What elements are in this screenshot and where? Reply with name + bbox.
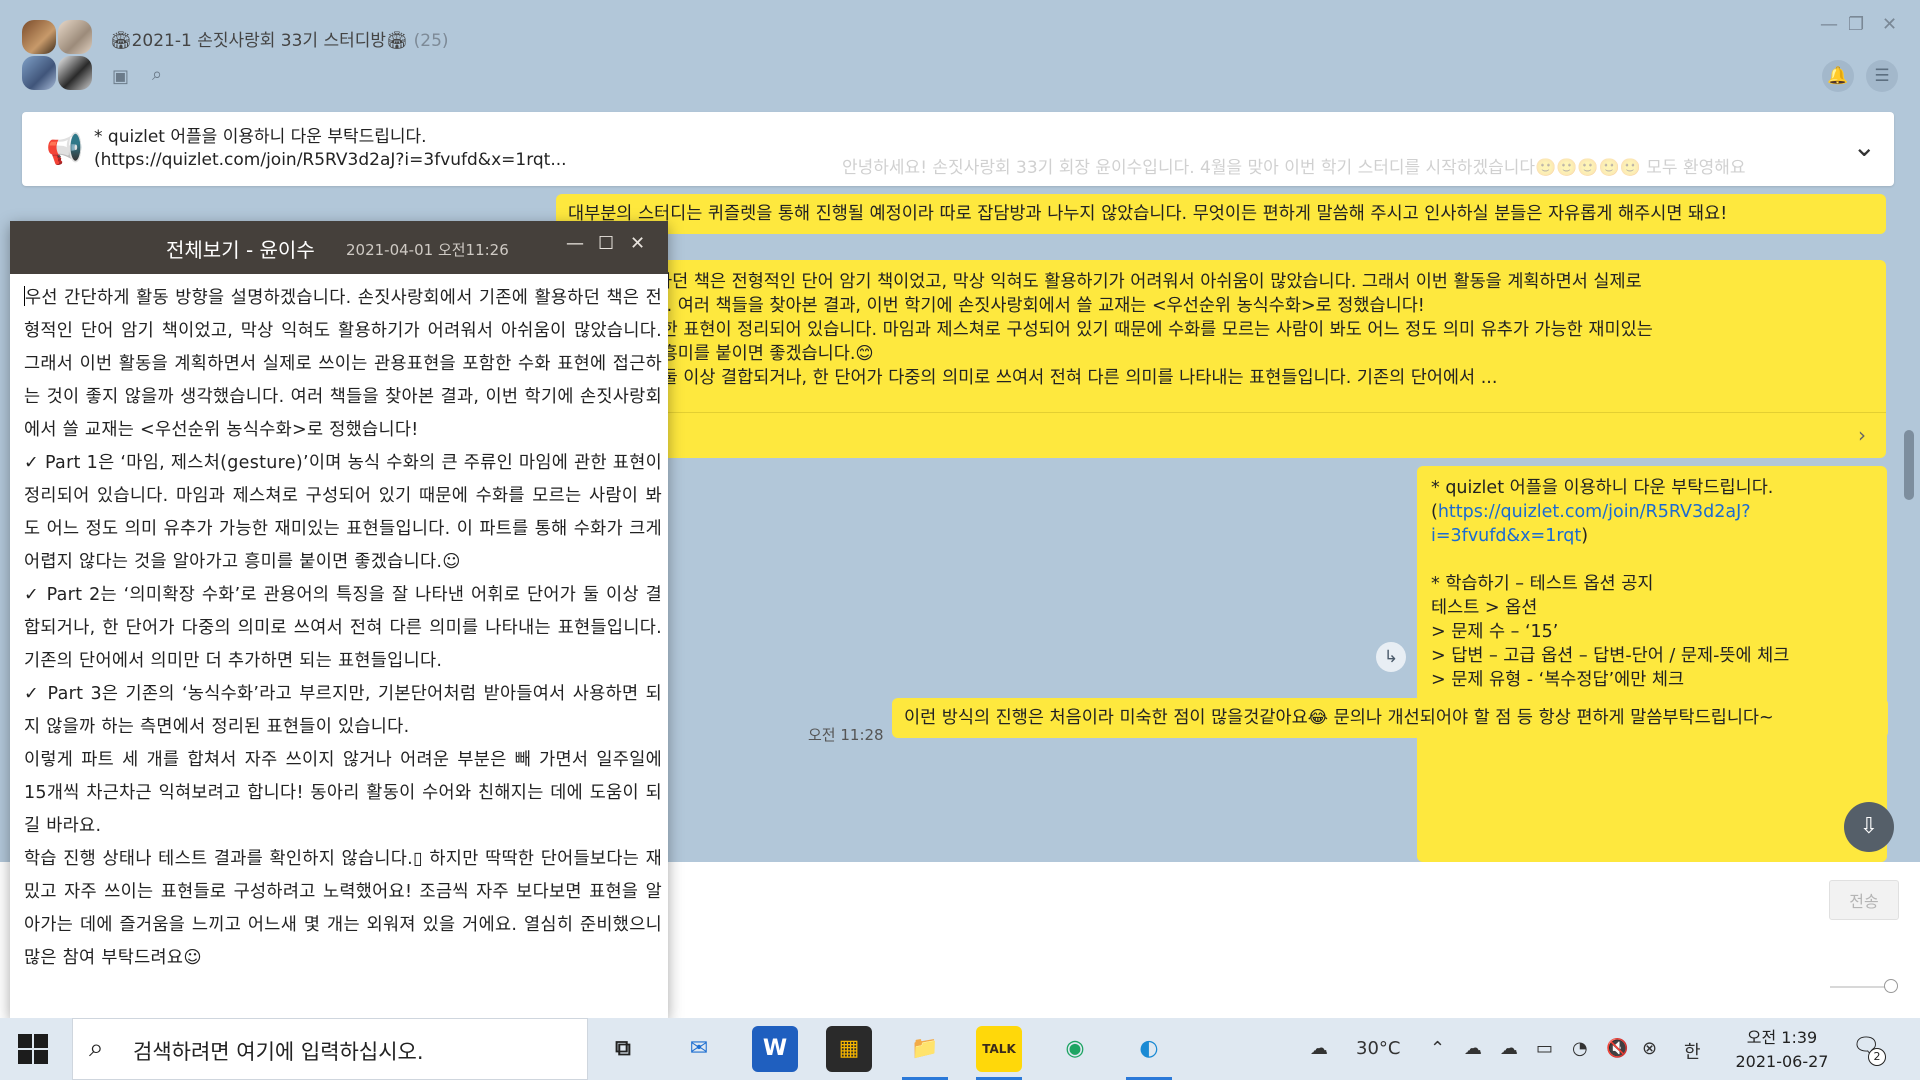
close-icon[interactable]: ✕ xyxy=(1882,14,1897,35)
notice-line: (https://quizlet.com/join/R5RV3d2aJ?i=3f… xyxy=(94,150,567,170)
member-count: (25) xyxy=(413,31,449,51)
send-button[interactable]: 전송 xyxy=(1829,880,1899,920)
avatar xyxy=(58,20,92,54)
avatar xyxy=(22,20,56,54)
message-text: 대부분의 스터디는 퀴즐렛을 통해 진행될 예정이라 따로 잡담방과 나누지 않… xyxy=(568,204,1728,224)
popup-paragraph: 우선 간단하게 활동 방향을 설명하겠습니다. 손짓사랑회에서 기존에 활용하던… xyxy=(24,282,662,447)
message-line: 테스트 > 옵션 xyxy=(1431,598,1538,618)
message-line: > 답변 – 고급 옵션 – 답변-단어 / 문제-뜻에 체크 xyxy=(1431,646,1790,666)
message-link-line: (https://quizlet.com/join/R5RV3d2aJ?i=3f… xyxy=(1431,500,1873,548)
chrome-icon[interactable]: ◉ xyxy=(1052,1026,1098,1072)
popup-paragraph: ✓ Part 2는 ‘의미확장 수화’로 관용어의 특징을 잘 나타낸 어휘로 … xyxy=(24,585,662,671)
wifi-icon[interactable]: ◔ xyxy=(1572,1038,1588,1059)
popup-title: 전체보기 - 윤이수 xyxy=(166,238,315,262)
faded-message-preview: 안녕하세요! 손짓사랑회 33기 회장 윤이수입니다. 4월을 맞아 이번 학기… xyxy=(842,158,1746,178)
message-bubble[interactable]: 이런 방식의 진행은 처음이라 미숙한 점이 많을것같아요😂 문의나 개선되어야… xyxy=(892,698,1888,738)
battery-icon[interactable]: ▭ xyxy=(1536,1038,1553,1059)
search-icon[interactable]: ⌕ xyxy=(152,64,162,85)
popup-paragraph-text: 우선 간단하게 활동 방향을 설명하겠습니다. 손짓사랑회에서 기존에 활용하던… xyxy=(24,288,662,440)
clock[interactable]: 오전 1:39 2021-06-27 xyxy=(1732,1026,1832,1074)
weather-temp[interactable]: 30°C xyxy=(1356,1038,1400,1059)
close-icon[interactable]: ✕ xyxy=(630,233,645,254)
chevron-down-icon[interactable]: ⌄ xyxy=(1853,130,1876,163)
room-title: 🏟2021-1 손짓사랑회 33기 스터디방🏟 (25) xyxy=(110,26,449,51)
message-line: 을 알아가고 흥미를 붙이면 좋겠습니다.😊 xyxy=(570,344,874,364)
paren-close: ) xyxy=(1581,526,1589,546)
cloud-icon[interactable]: ☁ xyxy=(1500,1038,1518,1059)
notice-line: * quizlet 어플을 이용하니 다운 부탁드립니다. xyxy=(94,127,427,147)
search-placeholder: 검색하려면 여기에 입력하십시오. xyxy=(133,1040,424,1064)
scrollbar-thumb[interactable] xyxy=(1904,430,1914,500)
message-line: 인 마임에 관한 표현이 정리되어 있습니다. 마임과 제스쳐로 구성되어 있기… xyxy=(570,320,1653,340)
message-line: * 학습하기 – 테스트 옵션 공지 xyxy=(1431,574,1654,594)
ime-indicator[interactable]: 한 xyxy=(1684,1038,1701,1064)
taskbar-search-box[interactable]: ⌕ 검색하려면 여기에 입력하십시오. xyxy=(72,1018,588,1080)
message-line: 휘로 단어가 둘 이상 결합되거나, 한 단어가 다중의 의미로 쓰여서 전혀 … xyxy=(570,368,1498,388)
menu-icon[interactable]: ☰ xyxy=(1866,60,1898,92)
paren-open: ( xyxy=(1431,502,1438,522)
taskbar: ⌕ 검색하려면 여기에 입력하십시오. ⧉ ✉ W ▦ 📁 TALK ◉ ◐ ☁… xyxy=(0,1018,1920,1080)
minimize-icon[interactable]: — xyxy=(566,233,584,254)
weather-icon[interactable]: ☁ xyxy=(1310,1038,1328,1059)
edge-icon[interactable]: ◐ xyxy=(1126,1026,1172,1080)
popup-paragraph: 이렇게 파트 세 개를 합쳐서 자주 쓰이지 않거나 어려운 부분은 빼 가면서… xyxy=(24,750,662,836)
message-line: 생각했습니다. 여러 책들을 찾아본 결과, 이번 학기에 손짓사랑회에서 쓸 … xyxy=(570,296,1425,316)
room-name: 🏟2021-1 손짓사랑회 33기 스터디방🏟 xyxy=(110,31,408,51)
cancel-circle-icon[interactable]: ⊗ xyxy=(1642,1038,1657,1059)
message-time: 오전 11:28 xyxy=(808,726,884,744)
chat-header: 🏟2021-1 손짓사랑회 33기 스터디방🏟 (25) ▣ ⌕ — ❐ ✕ 🔔 … xyxy=(0,0,1920,108)
clock-time: 오전 1:39 xyxy=(1746,1028,1818,1047)
popup-paragraph: 학습 진행 상태나 테스트 결과를 확인하지 않습니다.▯ 하지만 딱딱한 단어… xyxy=(24,849,662,968)
mail-icon[interactable]: ✉ xyxy=(676,1026,722,1072)
message-bubble[interactable]: * quizlet 어플을 이용하니 다운 부탁드립니다. (https://q… xyxy=(1417,466,1887,862)
message-bubble[interactable]: 대부분의 스터디는 퀴즐렛을 통해 진행될 예정이라 따로 잡담방과 나누지 않… xyxy=(556,194,1886,234)
search-icon: ⌕ xyxy=(89,1033,104,1063)
notification-badge: 2 xyxy=(1868,1048,1886,1066)
onedrive-icon[interactable]: ☁ xyxy=(1464,1038,1482,1059)
megaphone-icon: 📢 xyxy=(46,132,84,167)
minimize-icon[interactable]: — xyxy=(1820,14,1838,35)
popup-paragraph: ✓ Part 1은 ‘마임, 제스처(gesture)’이며 농식 수화의 큰 … xyxy=(24,453,662,572)
popup-titlebar[interactable]: 전체보기 - 윤이수 2021-04-01 오전11:26 — ☐ ✕ xyxy=(10,221,668,274)
clock-date: 2021-06-27 xyxy=(1735,1052,1829,1071)
view-more-row[interactable]: › xyxy=(556,412,1886,458)
full-view-popup: 전체보기 - 윤이수 2021-04-01 오전11:26 — ☐ ✕ 우선 간… xyxy=(10,221,668,1018)
popup-body[interactable]: 우선 간단하게 활동 방향을 설명하겠습니다. 손짓사랑회에서 기존에 활용하던… xyxy=(10,274,668,975)
word-icon[interactable]: W xyxy=(752,1026,798,1072)
notice-text: * quizlet 어플을 이용하니 다운 부탁드립니다. (https://q… xyxy=(94,126,567,172)
chevron-up-icon[interactable]: ⌃ xyxy=(1430,1038,1445,1059)
kakaotalk-icon[interactable]: TALK xyxy=(976,1026,1022,1080)
message-bubble[interactable]: 기존에 활용하던 책은 전형적인 단어 암기 책이었고, 막상 익혀도 활용하기… xyxy=(556,260,1886,458)
chevron-right-icon: › xyxy=(1858,423,1866,447)
opacity-slider-knob[interactable] xyxy=(1884,979,1898,993)
file-explorer-icon[interactable]: 📁 xyxy=(902,1026,948,1080)
windows-start-icon[interactable] xyxy=(18,1034,48,1064)
maximize-icon[interactable]: ☐ xyxy=(598,233,614,254)
restore-icon[interactable]: ❐ xyxy=(1848,14,1864,35)
drawer-icon[interactable]: ▣ xyxy=(112,66,129,87)
avatar xyxy=(22,56,56,90)
quizlet-link[interactable]: https://quizlet.com/join/R5RV3d2aJ?i=3fv… xyxy=(1431,502,1751,546)
message-line: * quizlet 어플을 이용하니 다운 부탁드립니다. xyxy=(1431,478,1774,498)
volume-muted-icon[interactable]: 🔇 xyxy=(1606,1038,1628,1059)
bell-icon[interactable]: 🔔 xyxy=(1822,60,1854,92)
message-line: 기존에 활용하던 책은 전형적인 단어 암기 책이었고, 막상 익혀도 활용하기… xyxy=(570,272,1642,292)
share-icon[interactable]: ↳ xyxy=(1376,642,1406,672)
scroll-down-button[interactable]: ⇩ xyxy=(1844,802,1894,852)
room-avatars[interactable] xyxy=(22,20,94,92)
popup-paragraph: ✓ Part 3은 기존의 ‘농식수화’라고 부르지만, 기본단어처럼 받아들여… xyxy=(24,684,662,737)
notification-center-icon[interactable]: 🗨 2 xyxy=(1852,1034,1886,1066)
message-line: > 문제 수 – ‘15’ xyxy=(1431,622,1559,642)
avatar xyxy=(58,56,92,90)
arrow-down-icon: ⇩ xyxy=(1859,814,1879,839)
message-line: > 문제 유형 - ‘복수정답’에만 체크 xyxy=(1431,670,1685,690)
opacity-slider-track[interactable] xyxy=(1830,986,1890,988)
task-view-icon[interactable]: ⧉ xyxy=(600,1026,646,1072)
store-icon[interactable]: ▦ xyxy=(826,1026,872,1072)
popup-date: 2021-04-01 오전11:26 xyxy=(346,241,509,259)
message-text: 이런 방식의 진행은 처음이라 미숙한 점이 많을것같아요😂 문의나 개선되어야… xyxy=(904,708,1774,728)
